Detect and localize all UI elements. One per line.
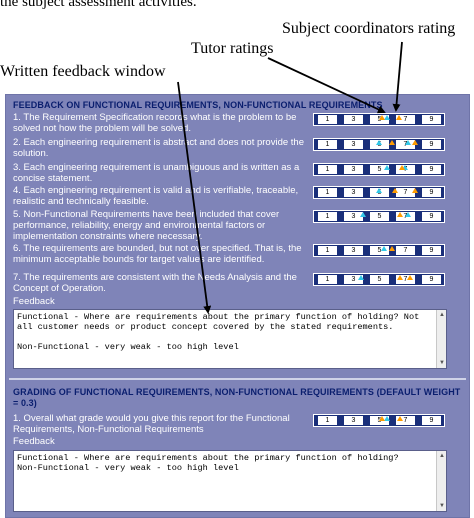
- requirement-text: 5. Non-Functional Requirements have been…: [13, 209, 280, 242]
- coordinator-rating-marker: [389, 140, 395, 145]
- rating-bar[interactable]: 13579: [313, 163, 445, 176]
- coordinator-rating-marker: [389, 246, 395, 251]
- top-text-fragment: the subject assessment activities.: [0, 0, 197, 10]
- rating-cell[interactable]: 9: [422, 165, 441, 174]
- rating-cell[interactable]: 3: [344, 416, 363, 425]
- rating-cell[interactable]: 1: [318, 275, 337, 284]
- tutor-rating-marker: [383, 416, 390, 421]
- feedback-panel: FEEDBACK ON FUNCTIONAL REQUIREMENTS, NON…: [5, 94, 470, 518]
- scroll-down-icon[interactable]: ▼: [437, 358, 446, 368]
- scroll-down-icon[interactable]: ▼: [437, 501, 446, 511]
- requirement-text: 7. The requirements are consistent with …: [13, 272, 297, 294]
- rating-cell[interactable]: 5: [370, 275, 389, 284]
- rating-cell[interactable]: 1: [318, 188, 337, 197]
- tutor-rating-marker: [360, 212, 367, 217]
- grading-feedback-label: Feedback: [13, 436, 55, 447]
- coordinator-rating-marker: [396, 212, 403, 217]
- rating-bar[interactable]: 13579: [313, 210, 445, 223]
- coordinator-rating-marker: [396, 275, 403, 280]
- rating-cell[interactable]: 3: [344, 140, 363, 149]
- scroll-up-icon[interactable]: ▲: [437, 451, 446, 461]
- rating-bar[interactable]: 13579: [313, 414, 445, 427]
- coordinator-rating-marker: [391, 188, 398, 193]
- coordinator-rating-marker: [407, 275, 414, 280]
- rating-bar[interactable]: 13579: [313, 244, 445, 257]
- coordinator-rating-marker: [395, 115, 402, 120]
- requirement-text: 1. The Requirement Specification records…: [13, 112, 297, 134]
- rating-bar[interactable]: 13579: [313, 138, 445, 151]
- rating-cell[interactable]: 9: [422, 212, 441, 221]
- rating-cell[interactable]: 1: [318, 165, 337, 174]
- feedback-textarea[interactable]: Functional - Where are requirements abou…: [13, 309, 447, 369]
- grading-feedback-text: Functional - Where are requirements abou…: [17, 453, 399, 473]
- rating-cell[interactable]: 3: [344, 115, 363, 124]
- grading-feedback-scrollbar[interactable]: ▲ ▼: [436, 451, 446, 511]
- tutor-rating-marker: [383, 165, 390, 170]
- tutor-rating-marker: [383, 115, 390, 120]
- coordinator-rating-marker: [378, 416, 385, 421]
- requirement-text: 4. Each engineering requirement is valid…: [13, 185, 299, 207]
- rating-cell[interactable]: 1: [318, 115, 337, 124]
- coordinator-rating-marker: [396, 416, 403, 421]
- feedback-label: Feedback: [13, 296, 55, 307]
- tutor-rating-marker: [381, 246, 388, 251]
- grading-feedback-textarea[interactable]: Functional - Where are requirements abou…: [13, 450, 447, 512]
- rating-cell[interactable]: 1: [318, 246, 337, 255]
- rating-cell[interactable]: 1: [318, 212, 337, 221]
- section-divider: [9, 378, 466, 380]
- requirement-text: 6. The requirements are bounded, but not…: [13, 243, 302, 265]
- tutor-rating-marker: [376, 188, 382, 193]
- feedback-scrollbar[interactable]: ▲ ▼: [436, 310, 446, 368]
- tutor-rating-marker: [404, 212, 411, 217]
- coordinator-rating-marker: [399, 165, 406, 170]
- section-title-feedback: FEEDBACK ON FUNCTIONAL REQUIREMENTS, NON…: [13, 100, 383, 110]
- coordinator-rating-marker: [412, 140, 419, 145]
- feedback-text: Functional - Where are requirements abou…: [17, 312, 420, 352]
- rating-cell[interactable]: 1: [318, 416, 337, 425]
- rating-cell[interactable]: 3: [344, 188, 363, 197]
- callout-tutor-ratings: Tutor ratings: [191, 40, 274, 57]
- section-title-grading: GRADING OF FUNCTIONAL REQUIREMENTS, NON-…: [13, 387, 461, 408]
- rating-bar[interactable]: 13579: [313, 186, 445, 199]
- rating-cell[interactable]: 9: [422, 246, 441, 255]
- rating-cell[interactable]: 3: [344, 246, 363, 255]
- callout-written-feedback: Written feedback window: [0, 63, 166, 80]
- rating-cell[interactable]: 9: [422, 416, 441, 425]
- rating-cell[interactable]: 9: [422, 115, 441, 124]
- requirement-text: 3. Each engineering requirement is unamb…: [13, 162, 300, 184]
- rating-cell[interactable]: 9: [422, 140, 441, 149]
- tutor-rating-marker: [357, 275, 364, 280]
- callout-subject-coordinators: Subject coordinators rating: [282, 20, 456, 37]
- rating-cell[interactable]: 9: [422, 188, 441, 197]
- rating-cell[interactable]: 3: [344, 165, 363, 174]
- rating-cell[interactable]: 1: [318, 140, 337, 149]
- coordinator-rating-marker: [378, 115, 385, 120]
- tutor-rating-marker: [404, 140, 411, 145]
- tutor-rating-marker: [376, 140, 382, 145]
- requirement-text: 2. Each engineering requirement is abstr…: [13, 137, 304, 159]
- requirement-text: 1. Overall what grade would you give thi…: [13, 413, 290, 435]
- coordinator-rating-marker: [412, 188, 419, 193]
- rating-cell[interactable]: 5: [370, 212, 389, 221]
- rating-bar[interactable]: 13579: [313, 113, 445, 126]
- scroll-up-icon[interactable]: ▲: [437, 310, 446, 320]
- rating-bar[interactable]: 13579: [313, 273, 445, 286]
- rating-cell[interactable]: 7: [396, 246, 415, 255]
- rating-cell[interactable]: 9: [422, 275, 441, 284]
